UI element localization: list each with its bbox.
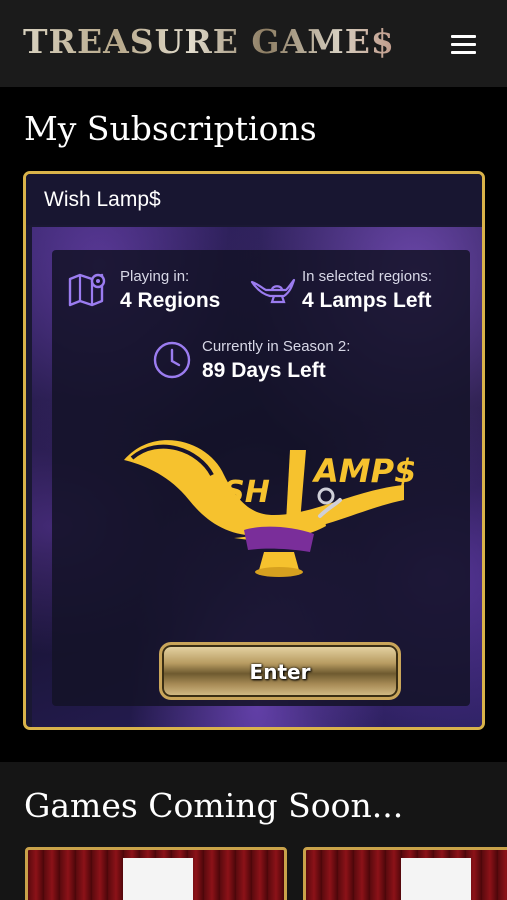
enter-button[interactable]: Enter [159,642,401,700]
coming-soon-card[interactable] [303,847,507,900]
lamps-stat: In selected regions: 4 Lamps Left [302,268,432,313]
card-header: Wish Lamp$ [26,174,482,225]
logo-text: ISH [212,475,270,510]
season-value: 89 Days Left [202,359,326,382]
map-pin-icon [68,273,106,307]
subscriptions-title: My Subscriptions [24,109,317,148]
card-title: Wish Lamp$ [44,188,161,211]
card-artwork: Playing in: 4 Regions In selected region… [32,227,482,727]
coming-soon-section: Games Coming Soon... [0,762,507,900]
wish-lamps-logo: ISH AMP$ [124,440,414,577]
lamps-value: 4 Lamps Left [302,289,432,312]
coming-soon-card[interactable] [25,847,287,900]
info-panel: Playing in: 4 Regions In selected region… [52,250,470,706]
brand-logo[interactable]: TREASURE GAME$ [23,22,395,61]
regions-value: 4 Regions [120,289,221,312]
genie-lamp-icon [250,278,296,304]
regions-label: Playing in: [120,268,190,285]
subscription-card: Wish Lamp$ Playing in: 4 Regions In sele… [23,171,485,730]
svg-text:AMP$: AMP$ [311,452,414,490]
hamburger-menu-icon[interactable] [451,33,477,55]
game-thumbnail [401,858,471,900]
regions-stat: Playing in: 4 Regions [120,268,220,313]
game-thumbnail [123,858,193,900]
top-navbar: TREASURE GAME$ [0,0,507,87]
lamps-label: In selected regions: [302,268,433,285]
enter-button-label: Enter [249,660,311,684]
season-label: Currently in Season 2: [202,338,351,355]
coming-soon-title: Games Coming Soon... [24,786,404,825]
clock-icon [153,341,191,379]
season-stat: Currently in Season 2: 89 Days Left [202,338,350,383]
